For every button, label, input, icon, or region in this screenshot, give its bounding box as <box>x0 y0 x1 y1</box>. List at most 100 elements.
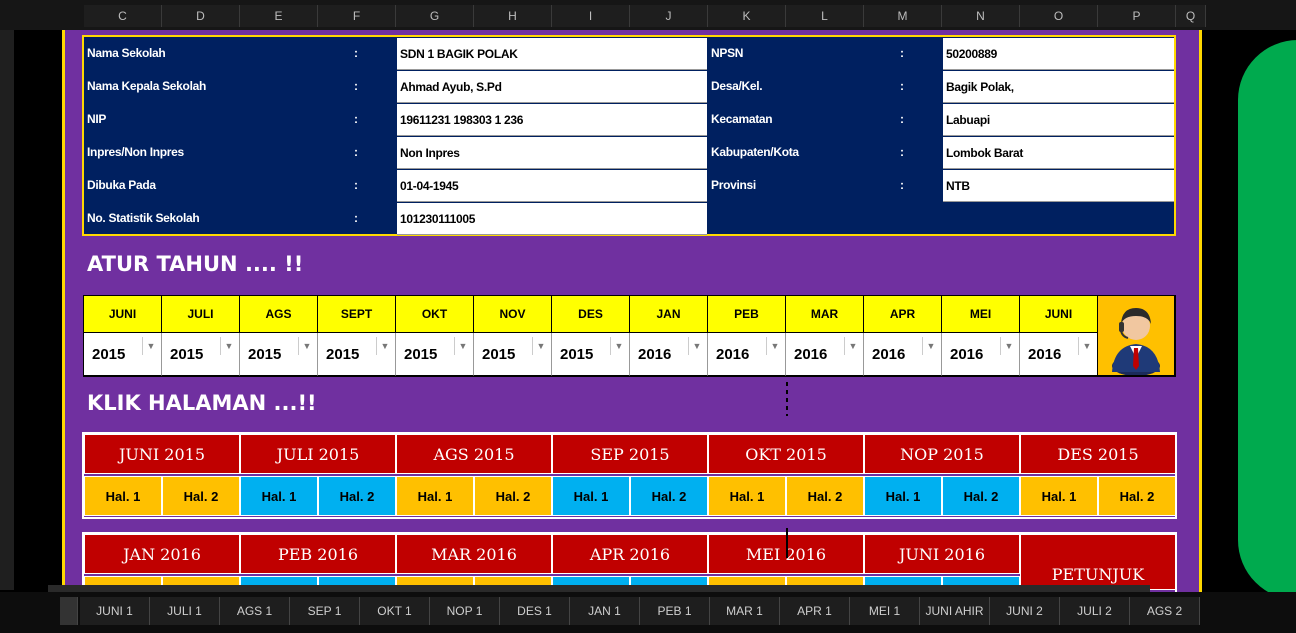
info-label: NPSN <box>711 46 744 60</box>
info-label: Desa/Kel. <box>711 79 763 93</box>
info-value[interactable]: SDN 1 BAGIK POLAK <box>397 38 707 70</box>
sheet-tab[interactable]: APR 1 <box>780 597 850 625</box>
month-page-button[interactable]: NOP 2015 <box>864 434 1020 474</box>
page-2-button[interactable]: Hal. 2 <box>630 476 708 516</box>
column-header-J[interactable]: J <box>630 5 708 27</box>
green-shape <box>1238 40 1296 600</box>
info-value[interactable]: Ahmad Ayub, S.Pd <box>397 71 707 103</box>
info-colon: : <box>354 211 358 225</box>
info-colon: : <box>354 178 358 192</box>
sheet-tab[interactable]: MEI 1 <box>850 597 920 625</box>
month-page-button[interactable]: JAN 2016 <box>84 534 240 574</box>
column-header-bar: CDEFGHIJKLMNOPQ <box>0 0 1296 30</box>
page-2-button[interactable]: Hal. 2 <box>162 476 240 516</box>
page-1-button[interactable]: Hal. 1 <box>1020 476 1098 516</box>
month-page-button[interactable]: JUNI 2015 <box>84 434 240 474</box>
businessman-icon <box>1112 308 1160 376</box>
sheet-tab[interactable]: OKT 1 <box>360 597 430 625</box>
info-colon: : <box>354 112 358 126</box>
info-label: Nama Kepala Sekolah <box>87 79 207 93</box>
info-value[interactable]: Lombok Barat <box>943 137 1174 169</box>
info-value[interactable]: NTB <box>943 170 1174 202</box>
info-value[interactable]: 19611231 198303 1 236 <box>397 104 707 136</box>
info-label: Nama Sekolah <box>87 46 166 60</box>
sheet-tab[interactable]: PEB 1 <box>640 597 710 625</box>
text-cursor-decoration <box>786 528 788 558</box>
month-page-button[interactable]: JUNI 2016 <box>864 534 1020 574</box>
page-2-button[interactable]: Hal. 2 <box>318 476 396 516</box>
column-header-I[interactable]: I <box>552 5 630 27</box>
month-page-button[interactable]: APR 2016 <box>552 534 708 574</box>
sheet-tab[interactable]: JULI 1 <box>150 597 220 625</box>
info-value[interactable]: Labuapi <box>943 104 1174 136</box>
page-2-button[interactable]: Hal. 2 <box>474 476 552 516</box>
info-label: Inpres/Non Inpres <box>87 145 184 159</box>
tab-scroll-left[interactable] <box>60 597 78 625</box>
sheet-tab[interactable]: JUNI 2 <box>990 597 1060 625</box>
column-header-K[interactable]: K <box>708 5 786 27</box>
info-label: Provinsi <box>711 178 756 192</box>
info-colon: : <box>354 46 358 60</box>
school-info-table: Nama Sekolah: SDN 1 BAGIK POLAK Nama Kepal… <box>82 35 1176 236</box>
column-header-G[interactable]: G <box>396 5 474 27</box>
info-value[interactable]: 101230111005 <box>397 203 707 235</box>
page-1-button[interactable]: Hal. 1 <box>396 476 474 516</box>
page-1-button[interactable]: Hal. 1 <box>864 476 942 516</box>
column-header-P[interactable]: P <box>1098 5 1176 27</box>
page-2-button[interactable]: Hal. 2 <box>942 476 1020 516</box>
column-header-Q[interactable]: Q <box>1176 5 1206 27</box>
month-page-button[interactable]: DES 2015 <box>1020 434 1176 474</box>
klik-halaman-title: KLIK HALAMAN ...!! <box>87 391 317 415</box>
info-colon: : <box>900 145 904 159</box>
info-colon: : <box>900 178 904 192</box>
page-2-button[interactable]: Hal. 2 <box>786 476 864 516</box>
sheet-tab[interactable]: JUNI AHIR <box>920 597 990 625</box>
user-avatar-button[interactable] <box>1097 295 1175 376</box>
month-page-button[interactable]: OKT 2015 <box>708 434 864 474</box>
petunjuk-button[interactable]: PETUNJUK <box>1020 534 1176 590</box>
month-page-button[interactable]: JULI 2015 <box>240 434 396 474</box>
page-1-button[interactable]: Hal. 1 <box>708 476 786 516</box>
column-header-D[interactable]: D <box>162 5 240 27</box>
sheet-tab[interactable]: JULI 2 <box>1060 597 1130 625</box>
column-header-O[interactable]: O <box>1020 5 1098 27</box>
row-header-strip <box>0 30 14 590</box>
column-header-M[interactable]: M <box>864 5 942 27</box>
text-cursor-decoration <box>786 382 788 416</box>
column-header-L[interactable]: L <box>786 5 864 27</box>
sheet-tab[interactable]: DES 1 <box>500 597 570 625</box>
month-page-button[interactable]: MAR 2016 <box>396 534 552 574</box>
column-header-N[interactable]: N <box>942 5 1020 27</box>
sheet-tab[interactable]: JUNI 1 <box>80 597 150 625</box>
info-label: Dibuka Pada <box>87 178 156 192</box>
month-page-button[interactable]: PEB 2016 <box>240 534 396 574</box>
info-label: Kabupaten/Kota <box>711 145 799 159</box>
month-page-button[interactable]: SEP 2015 <box>552 434 708 474</box>
column-header-E[interactable]: E <box>240 5 318 27</box>
info-value[interactable]: Non Inpres <box>397 137 707 169</box>
column-header-F[interactable]: F <box>318 5 396 27</box>
atur-tahun-title: ATUR TAHUN .... !! <box>87 252 304 276</box>
sheet-tab[interactable]: AGS 2 <box>1130 597 1200 625</box>
info-value[interactable]: 01-04-1945 <box>397 170 707 202</box>
column-header-C[interactable]: C <box>84 5 162 27</box>
sheet-tab[interactable]: NOP 1 <box>430 597 500 625</box>
sheet-tab[interactable]: JAN 1 <box>570 597 640 625</box>
info-colon: : <box>354 145 358 159</box>
sheet-tab[interactable]: AGS 1 <box>220 597 290 625</box>
page-1-button[interactable]: Hal. 1 <box>552 476 630 516</box>
page-2-button[interactable]: Hal. 2 <box>1098 476 1176 516</box>
page-1-button[interactable]: Hal. 1 <box>84 476 162 516</box>
info-label: NIP <box>87 112 107 126</box>
info-colon: : <box>354 79 358 93</box>
column-header-H[interactable]: H <box>474 5 552 27</box>
sheet-tab[interactable]: MAR 1 <box>710 597 780 625</box>
page-1-button[interactable]: Hal. 1 <box>240 476 318 516</box>
info-label: No. Statistik Sekolah <box>87 211 200 225</box>
sheet-tab[interactable]: SEP 1 <box>290 597 360 625</box>
info-value[interactable]: Bagik Polak, <box>943 71 1174 103</box>
month-page-button[interactable]: AGS 2015 <box>396 434 552 474</box>
info-colon: : <box>900 46 904 60</box>
info-value[interactable]: 50200889 <box>943 38 1174 70</box>
info-label: Kecamatan <box>711 112 773 126</box>
